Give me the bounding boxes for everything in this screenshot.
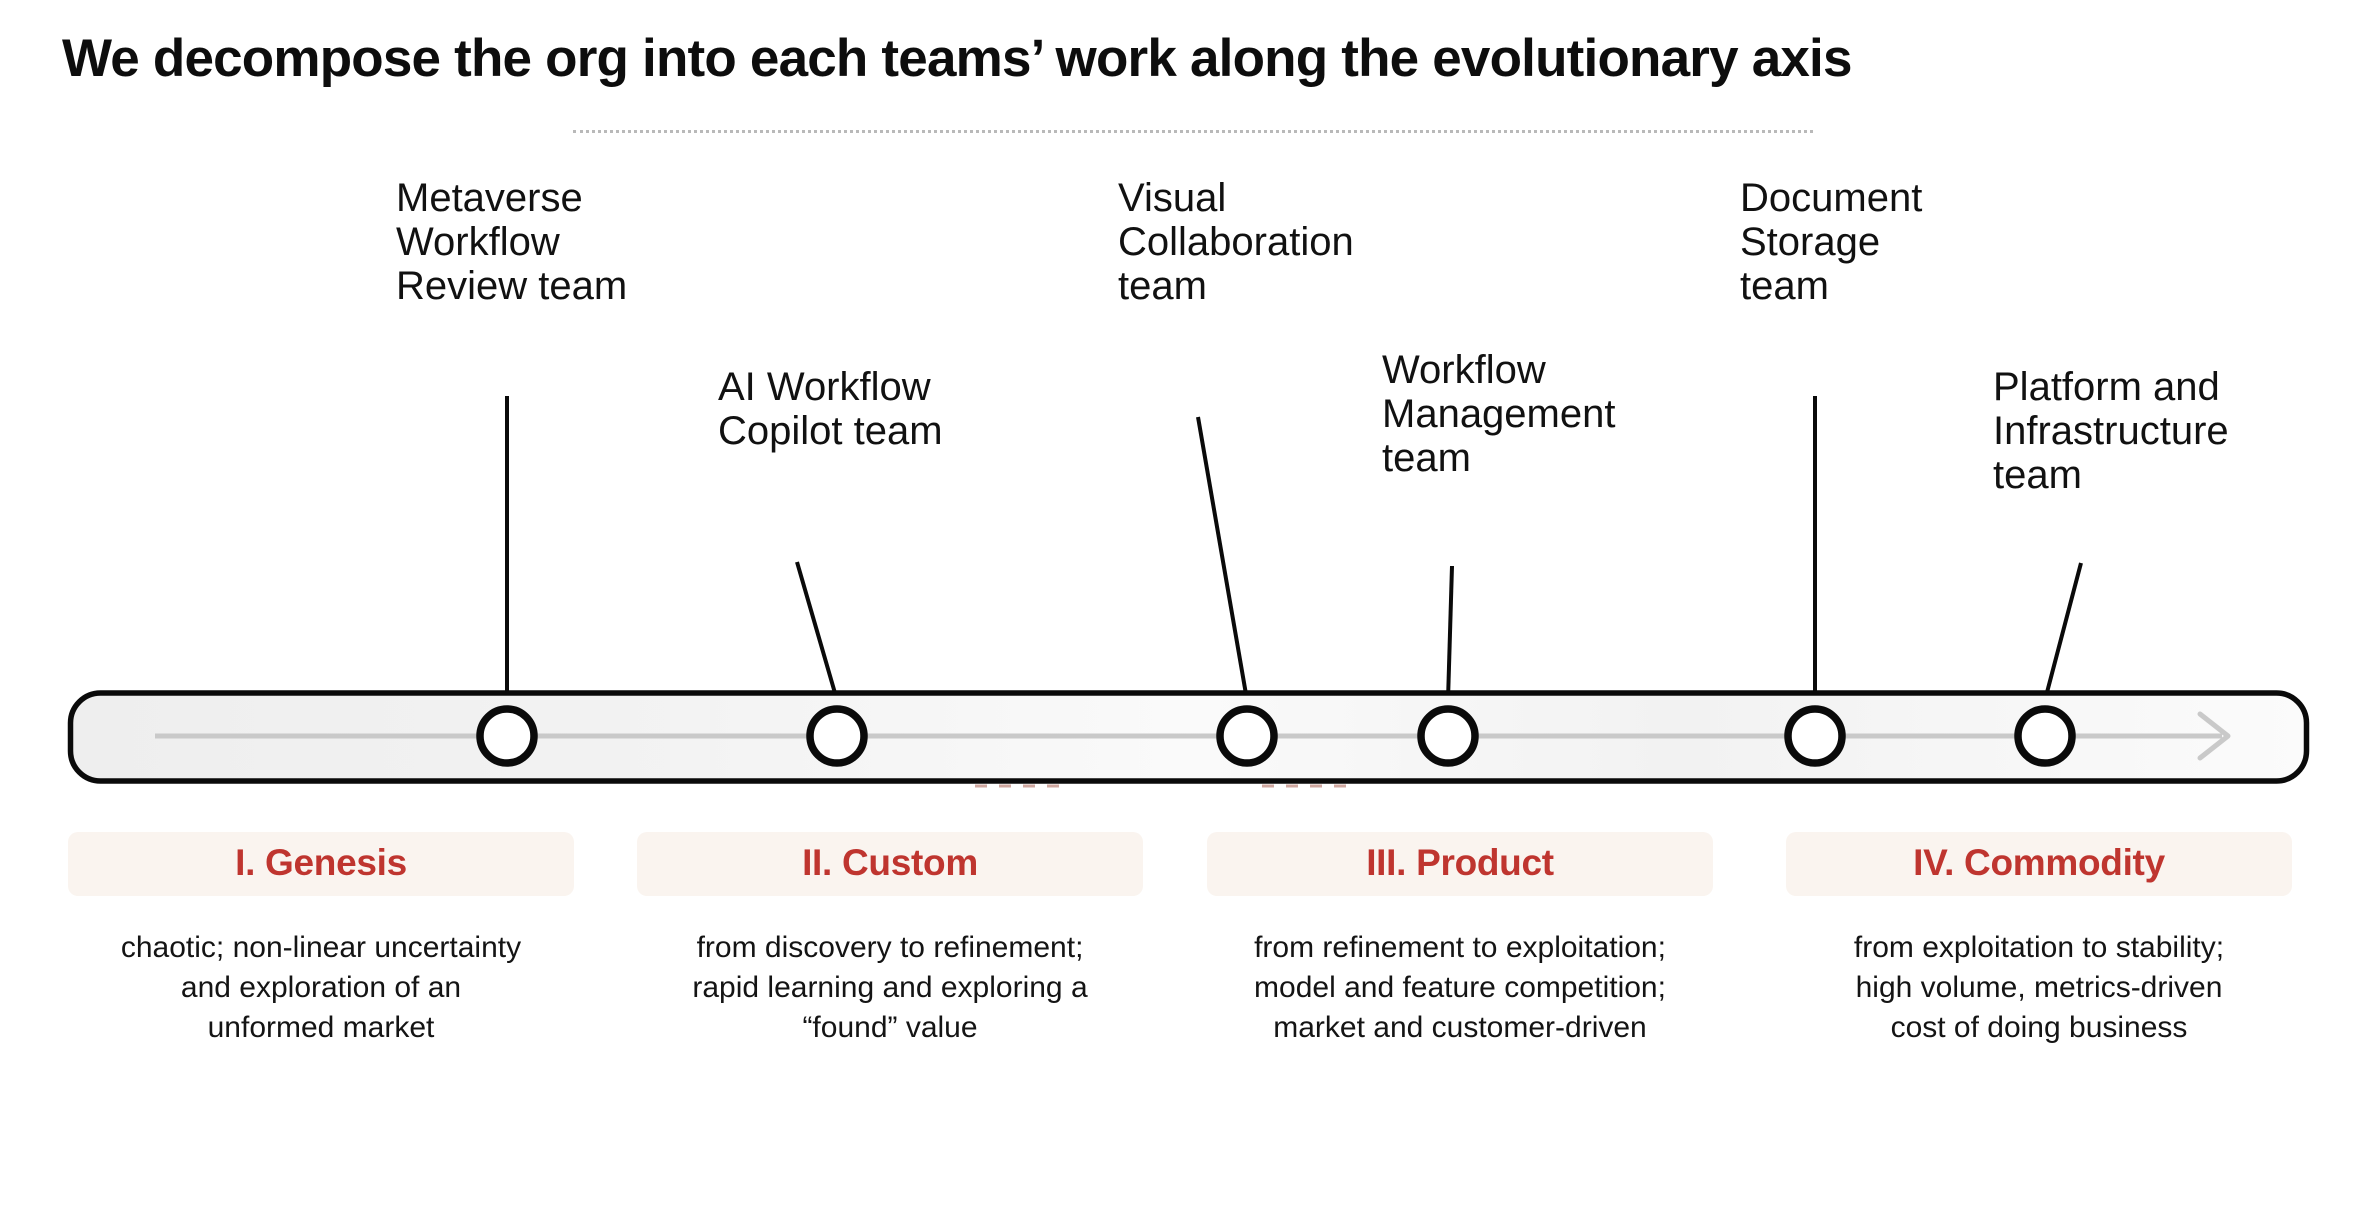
team-label-platform-and-infrastructure: Platform and Infrastructure team: [1993, 365, 2229, 497]
stage-description-product: from refinement to exploitation; model a…: [1254, 931, 1666, 1044]
team-label-workflow-management: Workflow Management team: [1382, 348, 1616, 480]
leader-line-visual-collaboration: [1196, 416, 1249, 701]
axis-marker-visual-collaboration[interactable]: [1216, 705, 1278, 767]
axis-marker-platform-and-infrastructure[interactable]: [2014, 705, 2076, 767]
page-title: We decompose the org into each teams’ wo…: [62, 29, 1852, 88]
stage-badge-product[interactable]: III. Product: [1207, 832, 1713, 896]
slide-canvas: We decompose the org into each teams’ wo…: [0, 0, 2376, 1215]
leader-line-workflow-management: [1446, 565, 1454, 701]
stage-badge-commodity[interactable]: IV. Commodity: [1786, 832, 2292, 896]
leader-line-ai-workflow-copilot: [795, 561, 839, 701]
leader-line-platform-and-infrastructure: [2043, 562, 2083, 701]
axis-marker-document-storage[interactable]: [1784, 705, 1846, 767]
evolution-axis-bar: [67, 690, 2310, 784]
stage-column-genesis: I. Genesis chaotic; non-linear uncertain…: [68, 832, 574, 1048]
stage-column-product: III. Product from refinement to exploita…: [1207, 832, 1713, 1048]
stage-description-commodity: from exploitation to stability; high vol…: [1853, 931, 2225, 1044]
title-underline-rule: [573, 130, 1813, 133]
team-label-metaverse-workflow-review: Metaverse Workflow Review team: [396, 176, 628, 308]
stage-description-custom: from discovery to refinement; rapid lear…: [692, 931, 1088, 1044]
right-arrow-icon: [2197, 711, 2231, 761]
team-label-visual-collaboration: Visual Collaboration team: [1118, 176, 1354, 308]
team-label-document-storage: Document Storage team: [1740, 176, 1923, 308]
team-label-ai-workflow-copilot: AI Workflow Copilot team: [718, 365, 943, 453]
stage-badge-genesis[interactable]: I. Genesis: [68, 832, 574, 896]
stage-badge-custom[interactable]: II. Custom: [637, 832, 1143, 896]
axis-marker-ai-workflow-copilot[interactable]: [806, 705, 868, 767]
stage-description-genesis: chaotic; non-linear uncertainty and expl…: [120, 931, 522, 1044]
stage-column-custom: II. Custom from discovery to refinement;…: [637, 832, 1143, 1048]
axis-marker-workflow-management[interactable]: [1417, 705, 1479, 767]
axis-marker-metaverse-workflow-review[interactable]: [476, 705, 538, 767]
stage-column-commodity: IV. Commodity from exploitation to stabi…: [1786, 832, 2292, 1048]
